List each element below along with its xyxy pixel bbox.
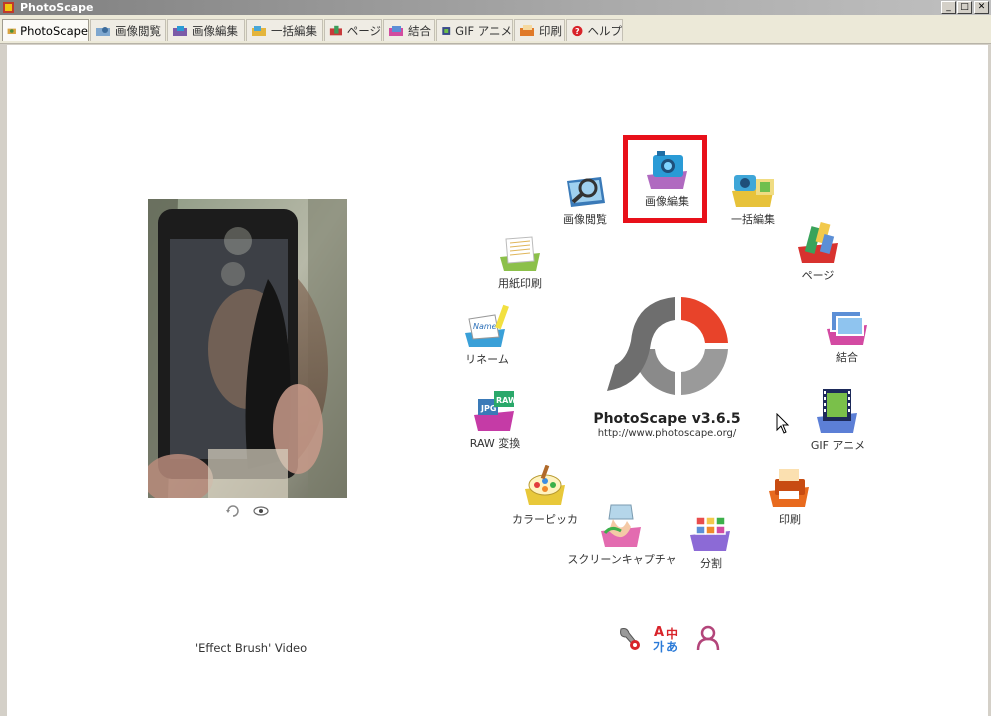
close-button[interactable]: ✕ xyxy=(974,1,989,14)
menu-raw[interactable]: JPG RAW RAW 変換 xyxy=(435,389,555,451)
user-icon[interactable] xyxy=(695,625,721,651)
page-icon xyxy=(798,222,838,263)
title-bar: PhotoScape _ □ ✕ xyxy=(0,0,991,15)
lang-glyph-c: 가 xyxy=(653,640,665,654)
minimize-button[interactable]: _ xyxy=(941,1,956,14)
tab-combine[interactable]: 結合 xyxy=(383,19,435,41)
menu-rename[interactable]: Name リネーム xyxy=(427,303,547,367)
photoscape-app-icon xyxy=(3,2,14,13)
tab-viewer[interactable]: 画像閲覧 xyxy=(90,19,166,41)
split-icon xyxy=(690,516,730,551)
menu-print-paper[interactable]: 用紙印刷 xyxy=(460,233,580,291)
tab-help[interactable]: ? ヘルプ xyxy=(566,19,623,41)
menu-raw-label: RAW 変換 xyxy=(469,437,521,450)
print-icon xyxy=(520,24,534,36)
photo-image xyxy=(148,199,347,498)
tab-label: GIF アニメ xyxy=(455,23,512,38)
window-title: PhotoScape xyxy=(20,1,94,14)
tab-label: 結合 xyxy=(408,23,431,38)
settings-tools-icon[interactable] xyxy=(617,625,641,651)
svg-text:?: ? xyxy=(575,27,580,36)
menu-print-paper-label: 用紙印刷 xyxy=(498,277,542,290)
tab-photoscape[interactable]: PhotoScape xyxy=(2,19,89,41)
menu-gif-label: GIF アニメ xyxy=(810,439,866,452)
screen-capture-icon xyxy=(601,504,641,547)
viewer-icon xyxy=(96,26,110,36)
tab-batch[interactable]: 一括編集 xyxy=(246,19,323,41)
raw-convert-icon: JPG RAW xyxy=(474,391,517,431)
photoscape-logo xyxy=(607,297,728,395)
product-url[interactable]: http://www.photoscape.org/ xyxy=(567,428,767,439)
tab-label: ヘルプ xyxy=(587,23,623,38)
photo-controls xyxy=(225,505,269,517)
tab-page[interactable]: ページ xyxy=(324,19,382,41)
print-icon xyxy=(769,469,809,507)
tab-editor[interactable]: 画像編集 xyxy=(167,19,245,41)
menu-batch[interactable]: 一括編集 xyxy=(693,169,813,227)
page-icon xyxy=(329,25,342,35)
menu-split[interactable]: 分割 xyxy=(651,513,771,571)
menu-rename-label: リネーム xyxy=(465,353,509,366)
svg-text:RAW: RAW xyxy=(496,396,517,405)
language-icon[interactable]: A 中 가 あ xyxy=(652,625,682,654)
viewer-icon xyxy=(567,177,605,207)
mouse-cursor-icon xyxy=(776,413,790,434)
tab-label: 画像閲覧 xyxy=(115,23,161,38)
menu-combine[interactable]: 結合 xyxy=(787,307,907,365)
product-name: PhotoScape v3.6.5 xyxy=(593,411,741,427)
tab-label: ページ xyxy=(346,23,381,38)
menu-page[interactable]: ページ xyxy=(758,221,878,283)
editor-icon xyxy=(173,25,187,36)
tab-label: PhotoScape xyxy=(20,23,88,38)
maximize-button[interactable]: □ xyxy=(957,1,972,14)
combine-icon xyxy=(827,310,867,345)
effect-brush-video-thumbnail[interactable] xyxy=(148,199,347,498)
video-caption[interactable]: 'Effect Brush' Video xyxy=(195,641,307,655)
main-panel: 'Effect Brush' Video 画像閲覧 画像編集 一括編集 ページ xyxy=(7,45,988,716)
svg-text:Name: Name xyxy=(473,322,497,331)
menu-combine-label: 結合 xyxy=(836,351,858,364)
combine-icon xyxy=(389,25,403,36)
eye-icon[interactable] xyxy=(253,505,269,517)
photoscape-icon xyxy=(7,28,16,34)
rename-icon: Name xyxy=(465,304,509,347)
gif-icon xyxy=(442,26,451,35)
help-icon: ? xyxy=(572,25,583,36)
tab-label: 画像編集 xyxy=(192,23,238,38)
lang-glyph-d: あ xyxy=(666,640,679,654)
batch-icon xyxy=(732,175,774,207)
tab-print[interactable]: 印刷 xyxy=(514,19,565,41)
menu-gif[interactable]: GIF アニメ xyxy=(778,387,898,453)
tab-label: 一括編集 xyxy=(271,23,317,38)
tab-label: 印刷 xyxy=(539,23,562,38)
paper-print-icon xyxy=(500,236,540,271)
gif-animation-icon xyxy=(817,389,857,433)
menu-page-label: ページ xyxy=(801,269,835,282)
tab-strip: PhotoScape 画像閲覧 画像編集 一括編集 ページ 結合 GIF アニメ… xyxy=(0,15,991,44)
svg-text:JPG: JPG xyxy=(480,404,496,413)
refresh-icon[interactable] xyxy=(225,505,241,517)
tab-gif[interactable]: GIF アニメ xyxy=(436,19,513,41)
menu-split-label: 分割 xyxy=(700,557,722,570)
batch-icon xyxy=(252,25,266,36)
